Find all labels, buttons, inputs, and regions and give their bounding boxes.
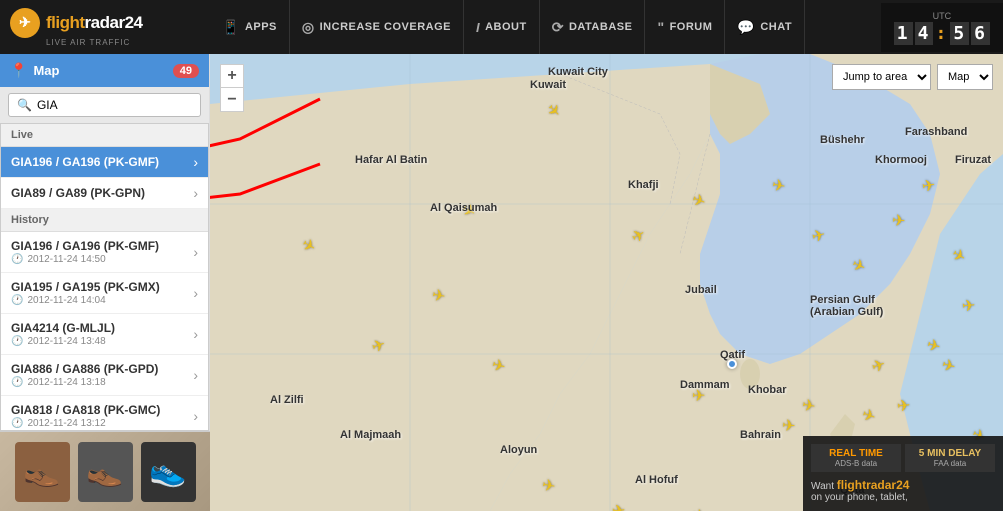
nav-forum[interactable]: " FORUM bbox=[645, 0, 725, 54]
apps-icon: 📱 bbox=[222, 19, 240, 36]
search-area: 🔍 bbox=[0, 87, 209, 124]
nav-database[interactable]: ⟳ DATABASE bbox=[540, 0, 646, 54]
nav-apps[interactable]: 📱 APPS bbox=[210, 0, 290, 54]
notify-bottom: Want flightradar24 on your phone, tablet… bbox=[811, 478, 995, 503]
realtime-badge: REAL TIME ADS-B data bbox=[811, 444, 901, 472]
shoe-image-1: 👞 bbox=[15, 442, 70, 502]
nav-chat[interactable]: 💬 CHAT bbox=[725, 0, 805, 54]
ad-banner: 👞 👞 👟 bbox=[0, 431, 210, 511]
search-icon: 🔍 bbox=[17, 98, 32, 112]
history-item-4[interactable]: GIA818 / GA818 (PK-GMC) 🕐 2012-11-24 13:… bbox=[1, 396, 208, 431]
map-badge: 49 bbox=[173, 64, 199, 78]
logo-text: flightradar24 bbox=[46, 13, 142, 33]
nav-about[interactable]: i ABOUT bbox=[464, 0, 540, 54]
fr24-brand: flightradar24 bbox=[837, 478, 910, 492]
coverage-icon: ◎ bbox=[302, 19, 315, 36]
notify-top: REAL TIME ADS-B data 5 MIN DELAY FAA dat… bbox=[811, 444, 995, 472]
clock-icon: 🕐 bbox=[11, 336, 23, 347]
chevron-right-icon: › bbox=[193, 408, 198, 424]
clock-icon: 🕐 bbox=[11, 254, 23, 265]
clock-icon: 🕐 bbox=[11, 377, 23, 388]
map-topbar: Jump to area Map bbox=[254, 64, 993, 90]
chevron-right-icon: › bbox=[193, 154, 198, 170]
map-tab[interactable]: 📍 Map 49 bbox=[0, 54, 209, 87]
plane-icon-20[interactable]: ✈ bbox=[896, 395, 911, 416]
nav-coverage[interactable]: ◎ INCREASE COVERAGE bbox=[290, 0, 464, 54]
zoom-in-button[interactable]: + bbox=[220, 64, 244, 88]
delay-badge: 5 MIN DELAY FAA data bbox=[905, 444, 995, 472]
plane-icon-24[interactable]: ✈ bbox=[611, 500, 626, 511]
sidebar: 📍 Map 49 🔍 Live GIA196 / GA196 (PK-GMF) … bbox=[0, 54, 210, 511]
about-icon: i bbox=[476, 20, 480, 35]
shoe-image-3: 👟 bbox=[141, 442, 196, 502]
search-box: 🔍 bbox=[8, 93, 201, 117]
search-input[interactable] bbox=[37, 98, 192, 112]
chat-icon: 💬 bbox=[737, 19, 755, 36]
map-controls: + − bbox=[220, 64, 244, 112]
logo-area: ✈ flightradar24 LIVE AIR TRAFFIC bbox=[0, 8, 210, 47]
forum-icon: " bbox=[657, 19, 664, 35]
chevron-right-icon: › bbox=[193, 185, 198, 201]
map-area[interactable]: + − Jump to area Map ✈✈✈✈✈✈✈✈✈✈✈✈✈✈✈✈✈✈✈… bbox=[210, 54, 1003, 511]
plane-icon-27[interactable]: ✈ bbox=[692, 386, 705, 406]
nav-links: 📱 APPS ◎ INCREASE COVERAGE i ABOUT ⟳ DAT… bbox=[210, 0, 881, 54]
history-item-2[interactable]: GIA4214 (G-MLJL) 🕐 2012-11-24 13:48 › bbox=[1, 314, 208, 355]
chevron-right-icon: › bbox=[193, 244, 198, 260]
plane-icon-17[interactable]: ✈ bbox=[781, 415, 796, 436]
map-tab-label: Map bbox=[33, 63, 59, 78]
clock-time: 14:56 bbox=[893, 23, 991, 44]
notification-panel: REAL TIME ADS-B data 5 MIN DELAY FAA dat… bbox=[803, 436, 1003, 511]
chevron-right-icon: › bbox=[193, 285, 198, 301]
chevron-right-icon: › bbox=[193, 326, 198, 342]
top-navigation: ✈ flightradar24 LIVE AIR TRAFFIC 📱 APPS … bbox=[0, 0, 1003, 54]
history-item-0[interactable]: GIA196 / GA196 (PK-GMF) 🕐 2012-11-24 14:… bbox=[1, 232, 208, 273]
logo-main: ✈ flightradar24 bbox=[10, 8, 142, 38]
location-pin bbox=[727, 359, 737, 369]
map-type-select[interactable]: Map bbox=[937, 64, 993, 90]
plane-icon-13[interactable]: ✈ bbox=[961, 295, 976, 316]
clock-icon: 🕐 bbox=[11, 295, 23, 306]
logo-subtitle: LIVE AIR TRAFFIC bbox=[46, 38, 130, 47]
dropdown: Live GIA196 / GA196 (PK-GMF) › GIA89 / G… bbox=[0, 124, 209, 431]
ad-placeholder: 👞 👞 👟 bbox=[0, 432, 210, 511]
main-area: 📍 Map 49 🔍 Live GIA196 / GA196 (PK-GMF) … bbox=[0, 54, 1003, 511]
chevron-right-icon: › bbox=[193, 367, 198, 383]
zoom-out-button[interactable]: − bbox=[220, 88, 244, 112]
map-pin-icon: 📍 bbox=[10, 62, 27, 79]
database-icon: ⟳ bbox=[552, 19, 564, 36]
shoe-image-2: 👞 bbox=[78, 442, 133, 502]
live-item-0[interactable]: GIA196 / GA196 (PK-GMF) › bbox=[1, 147, 208, 178]
history-item-3[interactable]: GIA886 / GA886 (PK-GPD) 🕐 2012-11-24 13:… bbox=[1, 355, 208, 396]
logo-icon: ✈ bbox=[10, 8, 40, 38]
clock-area: UTC 14:56 bbox=[881, 3, 1003, 52]
live-item-1[interactable]: GIA89 / GA89 (PK-GPN) › bbox=[1, 178, 208, 209]
plane-icon-10[interactable]: ✈ bbox=[891, 210, 906, 231]
live-section-label: Live bbox=[1, 124, 208, 147]
history-item-1[interactable]: GIA195 / GA195 (PK-GMX) 🕐 2012-11-24 14:… bbox=[1, 273, 208, 314]
clock-icon: 🕐 bbox=[11, 418, 23, 429]
jump-to-area-select[interactable]: Jump to area bbox=[832, 64, 931, 90]
history-section-label: History bbox=[1, 209, 208, 232]
